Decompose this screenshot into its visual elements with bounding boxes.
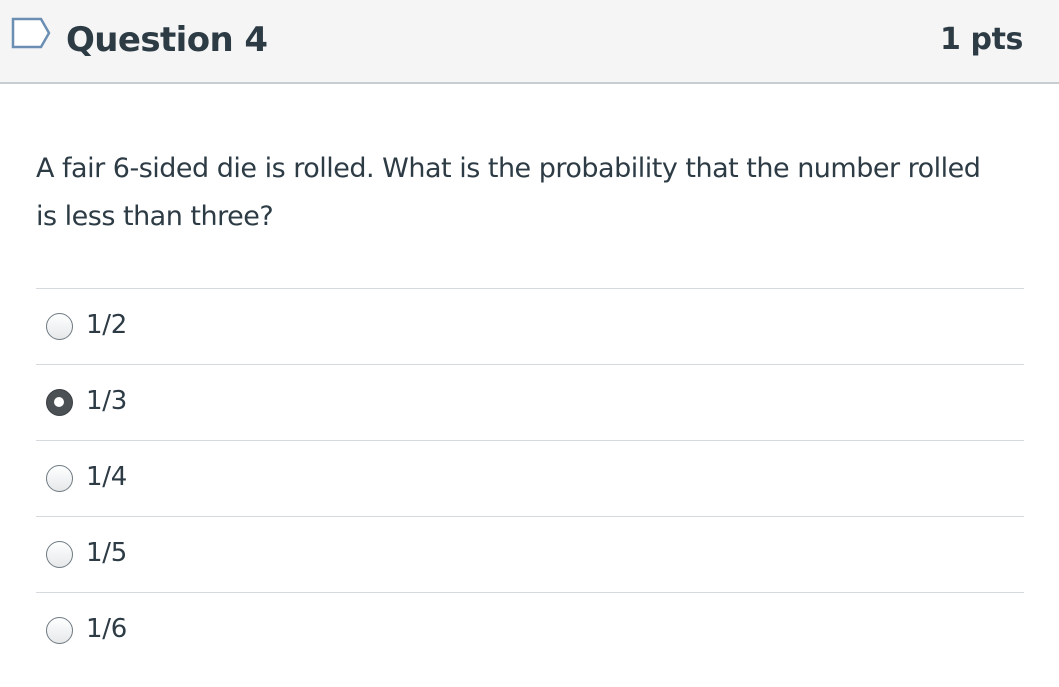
- radio-button[interactable]: [46, 465, 73, 492]
- radio-button[interactable]: [46, 389, 73, 416]
- answer-option[interactable]: 1/3: [36, 364, 1024, 440]
- answer-label[interactable]: 1/6: [86, 611, 127, 647]
- question-title: Question 4: [66, 20, 268, 60]
- quiz-question: Question 4 1 pts A fair 6-sided die is r…: [0, 0, 1059, 687]
- radio-button[interactable]: [46, 313, 73, 340]
- answer-option[interactable]: 1/4: [36, 440, 1024, 516]
- answer-option[interactable]: 1/6: [36, 592, 1024, 668]
- answer-label[interactable]: 1/2: [86, 307, 127, 343]
- question-points: 1 pts: [940, 22, 1023, 57]
- radio-button[interactable]: [46, 541, 73, 568]
- answer-list: 1/2 1/3 1/4 1/5 1/6: [36, 288, 1024, 668]
- answer-label[interactable]: 1/4: [86, 459, 127, 495]
- question-header: Question 4 1 pts: [0, 0, 1059, 84]
- flag-outline-icon[interactable]: [8, 14, 54, 52]
- answer-label[interactable]: 1/5: [86, 535, 127, 571]
- question-text: A fair 6-sided die is rolled. What is th…: [36, 153, 981, 232]
- radio-button[interactable]: [46, 617, 73, 644]
- answer-option[interactable]: 1/5: [36, 516, 1024, 592]
- answer-label[interactable]: 1/3: [86, 383, 127, 419]
- answer-option[interactable]: 1/2: [36, 288, 1024, 364]
